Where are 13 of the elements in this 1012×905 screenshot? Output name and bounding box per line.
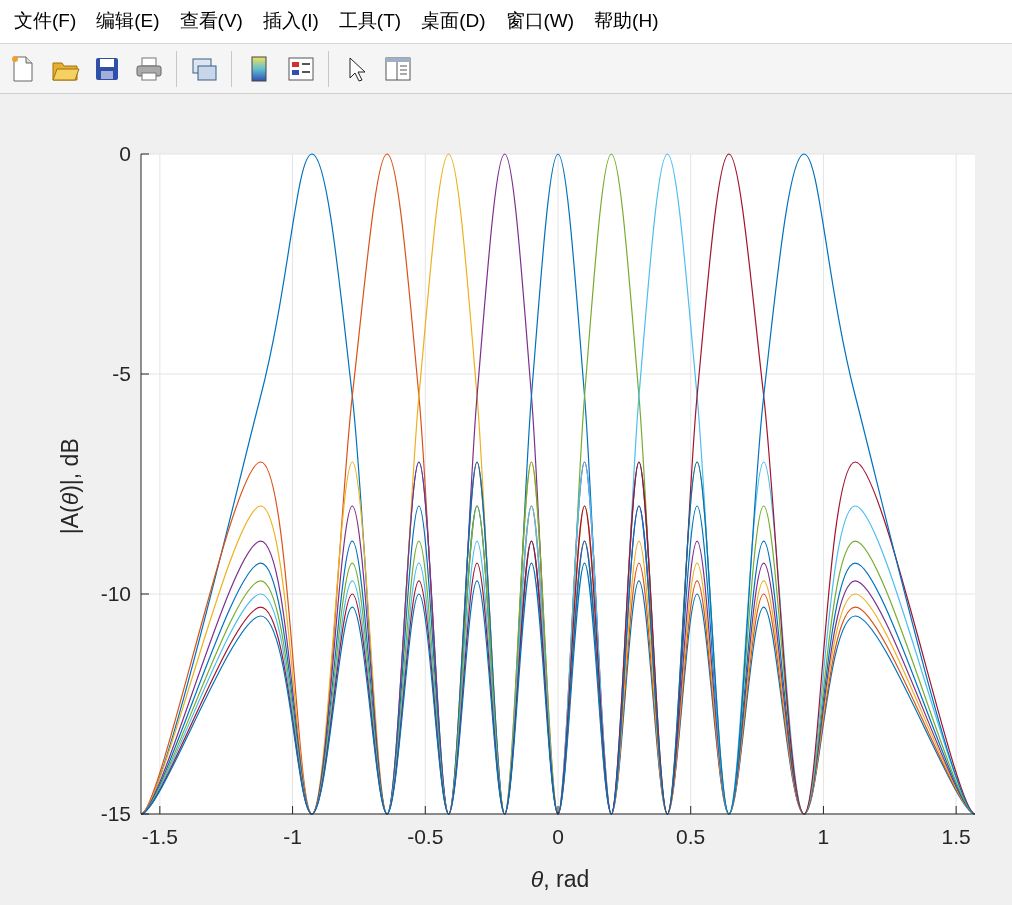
- y-tick-label: -15: [100, 802, 131, 825]
- y-axis-label: |A(θ)|, dB: [55, 437, 84, 537]
- y-tick-label: 0: [119, 142, 131, 165]
- x-tick-label: 0: [552, 825, 564, 848]
- y-tick-label: -10: [100, 582, 131, 605]
- x-tick-label: 1.5: [941, 825, 971, 848]
- x-tick-label: 1: [817, 825, 830, 848]
- x-tick-label: -1.5: [141, 825, 178, 848]
- y-tick-label: -5: [112, 362, 131, 385]
- x-tick-label: -1: [283, 825, 302, 848]
- x-axis-label: θ, rad: [529, 865, 591, 894]
- x-tick-label: -0.5: [407, 825, 444, 848]
- x-tick-label: 0.5: [676, 825, 706, 848]
